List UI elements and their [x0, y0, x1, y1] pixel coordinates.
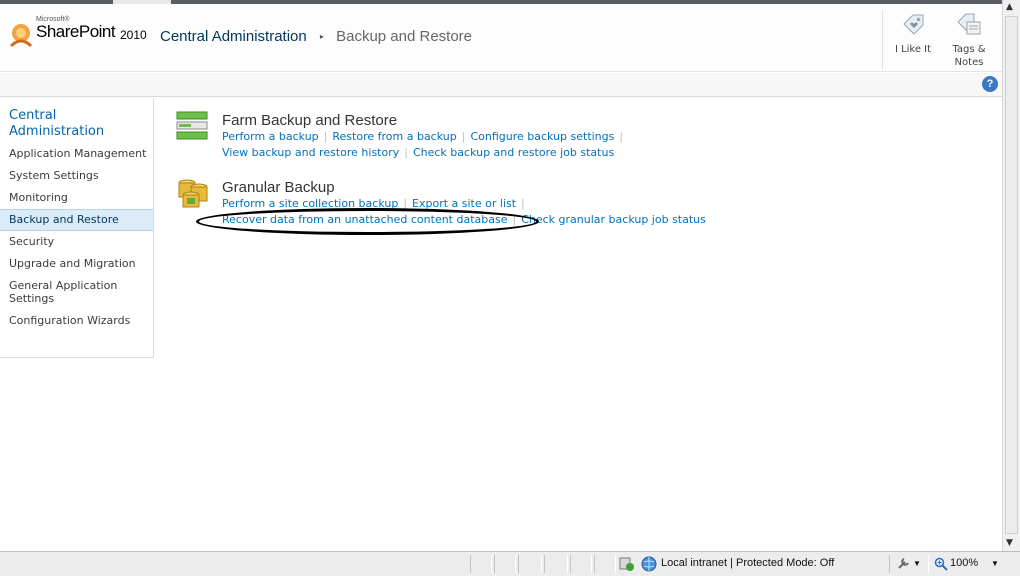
nav-item-configuration-wizards[interactable]: Configuration Wizards [0, 314, 153, 327]
farm-links-row-1: Perform a backup | Restore from a backup | C… [222, 130, 628, 143]
scroll-up-icon[interactable]: ▲ [1006, 2, 1013, 12]
help-strip [0, 73, 1002, 97]
status-pane [470, 555, 492, 573]
nav-item-application-management[interactable]: Application Management [0, 147, 153, 160]
tools-dropdown-icon[interactable]: ▼ [913, 559, 921, 568]
security-status-icon[interactable] [618, 556, 636, 572]
breadcrumb-separator-icon: ▸ [319, 32, 324, 41]
browser-status-bar: Local intranet | Protected Mode: Off ▼ 1… [0, 551, 1020, 576]
zoom-dropdown-icon[interactable]: ▼ [991, 559, 999, 568]
tags-notes-button[interactable]: Tags & Notes [938, 12, 1000, 69]
sharepoint-logo[interactable]: Microsoft® SharePoint 2010 [8, 16, 158, 52]
nav-item-security[interactable]: Security [0, 235, 153, 248]
like-tag-icon [903, 14, 924, 35]
link-separator: | [461, 130, 466, 143]
nav-item-system-settings[interactable]: System Settings [0, 169, 153, 182]
status-pane [518, 555, 542, 573]
link-separator: | [619, 130, 624, 143]
nav-item-monitoring[interactable]: Monitoring [0, 191, 153, 204]
globe-icon [641, 556, 657, 572]
link-separator: | [323, 130, 328, 143]
i-like-it-label: I Like It [894, 44, 932, 55]
nav-heading-central-administration[interactable]: Central Administration [9, 108, 149, 140]
breadcrumb-root[interactable]: Central Administration [160, 28, 307, 45]
annotation-oval [196, 208, 539, 235]
quick-launch: Central Administration Application Manag… [0, 98, 154, 358]
perform-backup-link[interactable]: Perform a backup [222, 130, 319, 143]
section-title-farm-backup: Farm Backup and Restore [222, 112, 398, 129]
page-header: Microsoft® SharePoint 2010 Central Admin… [0, 4, 1002, 72]
breadcrumb-current: Backup and Restore [336, 28, 473, 45]
tags-notes-icon [957, 13, 981, 35]
nav-item-upgrade-and-migration[interactable]: Upgrade and Migration [0, 257, 153, 270]
sharepoint-text: SharePoint [36, 22, 116, 41]
nav-item-backup-and-restore[interactable]: Backup and Restore [0, 209, 153, 231]
status-pane [544, 555, 568, 573]
status-pane [594, 555, 616, 573]
configure-backup-settings-link[interactable]: Configure backup settings [470, 130, 614, 143]
scroll-thumb[interactable] [1005, 16, 1018, 534]
version-text: 2010 [120, 28, 147, 42]
zone-status-text[interactable]: Local intranet | Protected Mode: Off [661, 557, 834, 569]
tags-notes-label-1: Tags & [952, 44, 986, 55]
breadcrumb: Central Administration ▸ Backup and Rest… [160, 28, 472, 45]
i-like-it-button[interactable]: I Like It [882, 12, 944, 56]
link-separator: | [404, 146, 408, 159]
farm-links-row-2: View backup and restore history | Check ba… [222, 146, 614, 159]
check-granular-job-status-link[interactable]: Check granular backup job status [521, 213, 706, 226]
sharepoint-logo-icon [9, 24, 33, 48]
status-pane [570, 555, 592, 573]
scroll-down-icon[interactable]: ▼ [1006, 538, 1013, 548]
check-backup-job-status-link[interactable]: Check backup and restore job status [413, 146, 614, 159]
zoom-level[interactable]: 100% [950, 557, 978, 569]
zoom-icon [934, 557, 948, 571]
link-separator: | [521, 197, 525, 210]
farm-backup-icon [176, 111, 208, 140]
restore-from-backup-link[interactable]: Restore from a backup [332, 130, 456, 143]
section-title-granular-backup: Granular Backup [222, 179, 335, 196]
status-pane [494, 555, 516, 573]
nav-item-general-application-settings[interactable]: General Application Settings [0, 279, 140, 305]
vertical-scrollbar[interactable]: ▲ ▼ [1002, 0, 1020, 551]
granular-backup-icon [178, 179, 208, 208]
tools-icon[interactable] [896, 557, 910, 571]
help-icon[interactable]: ? [982, 76, 998, 92]
tags-notes-label-2: Notes [954, 57, 984, 68]
view-backup-history-link[interactable]: View backup and restore history [222, 146, 399, 159]
